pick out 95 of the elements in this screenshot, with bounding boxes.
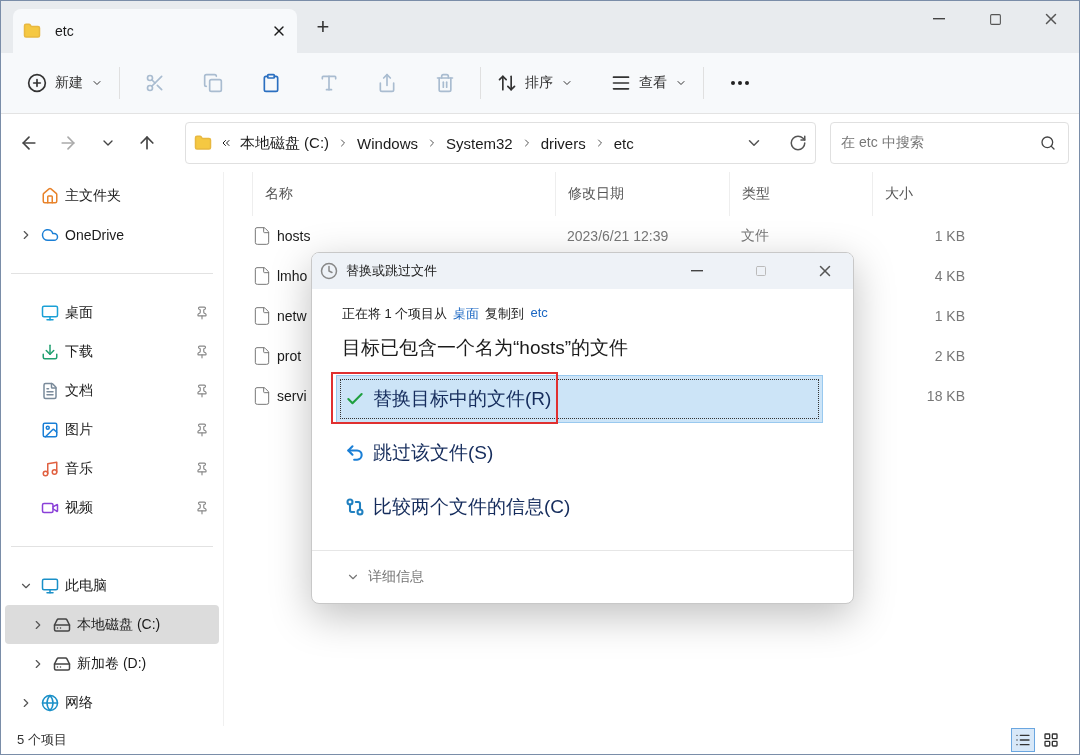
new-button[interactable]: 新建 bbox=[19, 65, 111, 101]
clipboard-icon bbox=[261, 73, 281, 93]
column-header[interactable]: 类型 bbox=[729, 172, 872, 216]
file-name: hosts bbox=[277, 228, 311, 244]
sidebar-item[interactable]: 此电脑 bbox=[5, 566, 219, 605]
search-field[interactable]: 在 etc 中搜索 bbox=[830, 122, 1069, 164]
minimize-icon bbox=[691, 270, 703, 272]
sidebar-item[interactable]: 桌面 bbox=[5, 293, 219, 332]
minimize-icon bbox=[933, 18, 945, 20]
scissors-icon bbox=[145, 73, 165, 93]
file-icon bbox=[252, 306, 272, 326]
sidebar-item[interactable]: 文档 bbox=[5, 371, 219, 410]
tab[interactable]: etc bbox=[13, 9, 297, 53]
sidebar-item[interactable]: 图片 bbox=[5, 410, 219, 449]
file-size: 1 KB bbox=[934, 308, 965, 324]
share-icon bbox=[377, 73, 397, 93]
pin-icon bbox=[195, 422, 209, 437]
view-button[interactable]: 查看 bbox=[603, 65, 695, 101]
copy-icon bbox=[203, 73, 223, 93]
sidebar-item[interactable]: 主文件夹 bbox=[5, 176, 219, 215]
dialog-option[interactable]: 跳过该文件(S) bbox=[336, 429, 823, 477]
maximize-icon bbox=[755, 265, 767, 277]
globe-icon bbox=[41, 693, 59, 712]
file-name: servi bbox=[277, 388, 307, 404]
file-size: 4 KB bbox=[934, 268, 965, 284]
dialog-heading: 目标已包含一个名为“hosts”的文件 bbox=[342, 336, 630, 360]
breadcrumb[interactable]: etc bbox=[613, 134, 634, 152]
monitor-icon bbox=[41, 576, 59, 595]
copy-message: 复制到 bbox=[485, 305, 525, 323]
pin-icon bbox=[195, 500, 209, 515]
sidebar-item[interactable]: 下载 bbox=[5, 332, 219, 371]
music-icon bbox=[41, 459, 59, 478]
sidebar-item[interactable]: 视频 bbox=[5, 488, 219, 527]
file-name: lmho bbox=[277, 268, 308, 284]
compare-icon bbox=[345, 497, 365, 517]
breadcrumb[interactable]: 本地磁盘 (C:) bbox=[239, 133, 330, 153]
modified-date: 2023/6/21 12:39 bbox=[567, 228, 669, 244]
clock-icon bbox=[320, 262, 338, 280]
file-size: 1 KB bbox=[934, 228, 965, 244]
pin-icon bbox=[195, 344, 209, 359]
sort-button[interactable]: 排序 bbox=[489, 65, 581, 101]
sidebar-item[interactable]: 音乐 bbox=[5, 449, 219, 488]
file-icon bbox=[252, 266, 272, 286]
monitor-icon bbox=[41, 303, 59, 322]
column-header[interactable]: 修改日期 bbox=[555, 172, 729, 216]
text-icon bbox=[319, 73, 339, 93]
file-type: 文件 bbox=[741, 227, 769, 245]
column-header[interactable]: 名称 bbox=[252, 172, 555, 216]
undo-icon bbox=[345, 443, 365, 463]
column-header[interactable]: 大小 bbox=[872, 172, 975, 216]
image-icon bbox=[41, 420, 59, 439]
grid-icon bbox=[1043, 732, 1059, 748]
breadcrumb[interactable]: drivers bbox=[540, 134, 586, 152]
search-icon bbox=[1040, 135, 1056, 151]
copy-message: 正在将 1 个项目从 bbox=[342, 305, 448, 323]
refresh-icon[interactable] bbox=[789, 134, 808, 152]
sidebar-item[interactable]: 网络 bbox=[5, 683, 219, 722]
folder-icon bbox=[23, 22, 41, 40]
document-icon bbox=[41, 381, 59, 400]
file-icon bbox=[252, 346, 272, 366]
address-bar[interactable]: 本地磁盘 (C:) Windows System32 drivers etc bbox=[184, 122, 817, 164]
file-name: prot bbox=[277, 348, 302, 364]
breadcrumb[interactable]: System32 bbox=[445, 134, 513, 152]
drive-icon bbox=[53, 654, 71, 673]
breadcrumb[interactable]: Windows bbox=[357, 134, 418, 152]
drive-icon bbox=[53, 615, 71, 634]
lines-icon bbox=[611, 73, 631, 93]
pin-icon bbox=[195, 305, 209, 320]
sidebar-item[interactable]: 新加卷 (D:) bbox=[5, 644, 219, 683]
home-icon bbox=[41, 186, 59, 205]
new-tab-button[interactable]: + bbox=[303, 14, 343, 40]
details-toggle[interactable]: 详细信息 bbox=[312, 550, 853, 603]
dialog-title: 替换或跳过文件 bbox=[346, 262, 438, 280]
trash-icon bbox=[435, 73, 455, 93]
folder-icon bbox=[193, 134, 212, 152]
download-icon bbox=[41, 342, 59, 361]
list-icon bbox=[1015, 732, 1031, 748]
more-icon bbox=[731, 81, 749, 85]
sidebar-item[interactable]: 本地磁盘 (C:) bbox=[5, 605, 219, 644]
sidebar-item[interactable]: OneDrive bbox=[5, 215, 219, 254]
details-view-button[interactable] bbox=[1011, 728, 1035, 752]
plus-icon bbox=[27, 73, 47, 93]
dialog-option[interactable]: 比较两个文件的信息(C) bbox=[336, 483, 823, 531]
pin-icon bbox=[195, 461, 209, 476]
file-icon bbox=[252, 226, 272, 246]
file-name: netw bbox=[277, 308, 307, 324]
pin-icon bbox=[195, 383, 209, 398]
item-count: 5 个项目 bbox=[17, 731, 67, 749]
folder-link[interactable]: etc bbox=[530, 305, 548, 323]
file-icon bbox=[252, 386, 272, 406]
file-size: 2 KB bbox=[934, 348, 965, 364]
file-size: 18 KB bbox=[926, 388, 965, 404]
maximize-icon bbox=[988, 12, 1002, 26]
folder-link[interactable]: 桌面 bbox=[453, 305, 480, 323]
sort-icon bbox=[497, 73, 517, 93]
